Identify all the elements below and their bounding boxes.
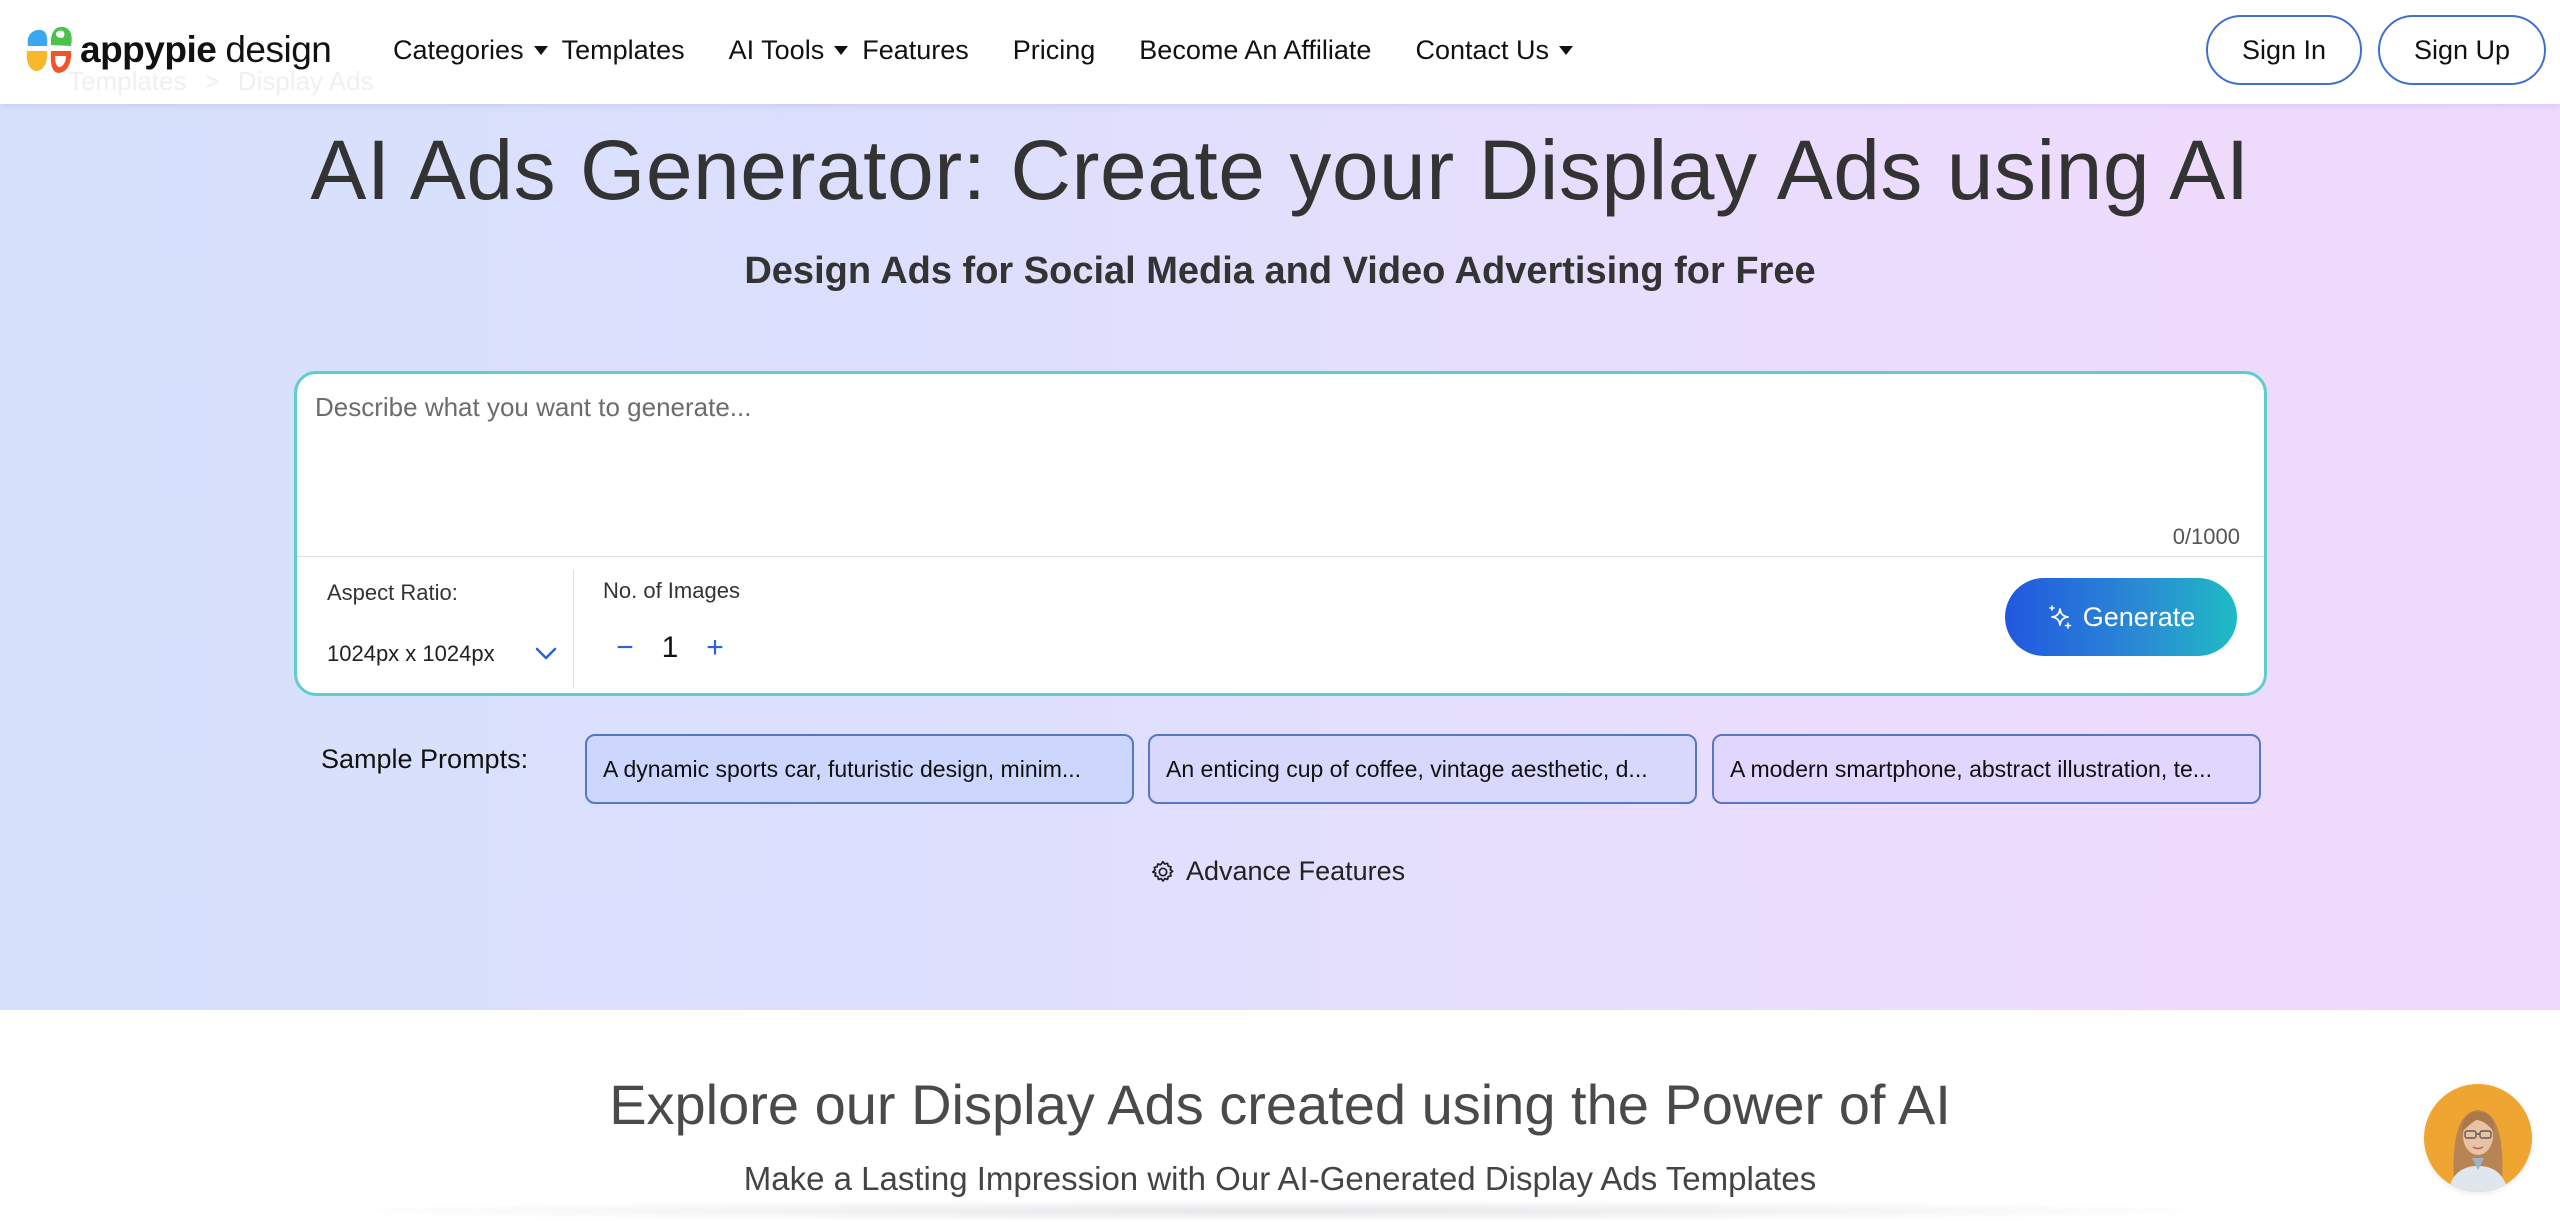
increment-button[interactable]: + bbox=[697, 630, 733, 666]
advance-features-label: Advance Features bbox=[1186, 856, 1406, 886]
main-nav: Categories Templates AI Tools Features P… bbox=[393, 28, 1574, 72]
nav-categories-label: Categories bbox=[393, 34, 524, 65]
nav-pricing[interactable]: Pricing bbox=[1013, 35, 1096, 66]
nav-ai-tools-label: AI Tools bbox=[728, 34, 825, 65]
caret-down-icon bbox=[533, 45, 548, 55]
breadcrumb-separator: > bbox=[204, 66, 220, 96]
auth-buttons: Sign In Sign Up bbox=[2206, 15, 2546, 85]
caret-down-icon bbox=[1559, 45, 1574, 55]
logo-suffix: design bbox=[225, 29, 332, 70]
aspect-ratio-value: 1024px x 1024px bbox=[327, 641, 495, 666]
advance-features-toggle[interactable]: Advance Features bbox=[1150, 856, 1405, 887]
nav-templates-label: Templates bbox=[561, 34, 685, 65]
hero-section: AI Ads Generator: Create your Display Ad… bbox=[0, 104, 2560, 1010]
nav-contact-us[interactable]: Contact Us bbox=[1415, 34, 1574, 66]
aspect-ratio-select[interactable]: 1024px x 1024px bbox=[327, 636, 557, 672]
nav-features-label: Features bbox=[862, 34, 969, 65]
assistant-avatar-icon bbox=[2448, 1110, 2508, 1192]
generator-panel: 0/1000 Aspect Ratio: 1024px x 1024px No.… bbox=[294, 371, 2267, 696]
breadcrumb-display-ads: Display Ads bbox=[237, 66, 374, 96]
sample-prompt-chip[interactable]: A modern smartphone, abstract illustrati… bbox=[1712, 734, 2261, 804]
sample-prompts-label: Sample Prompts: bbox=[321, 744, 529, 774]
section-shadow bbox=[300, 1200, 2260, 1222]
nav-ai-tools[interactable]: AI Tools bbox=[729, 35, 849, 66]
generate-label: Generate bbox=[2082, 601, 2196, 632]
num-images-stepper: − 1 + bbox=[607, 630, 733, 666]
decrement-button[interactable]: − bbox=[607, 630, 643, 666]
char-counter: 0/1000 bbox=[2172, 524, 2240, 549]
nav-pricing-label: Pricing bbox=[1012, 34, 1096, 65]
sparkle-icon bbox=[2048, 605, 2072, 629]
chat-assistant-button[interactable] bbox=[2424, 1084, 2532, 1192]
nav-categories[interactable]: Categories bbox=[393, 35, 548, 66]
caret-down-icon bbox=[834, 45, 849, 55]
logo-brand: appypie bbox=[80, 29, 217, 70]
sign-in-button[interactable]: Sign In bbox=[2206, 15, 2362, 85]
breadcrumb: Templates > Display Ads bbox=[68, 66, 374, 97]
divider bbox=[573, 570, 574, 688]
page-title: AI Ads Generator: Create your Display Ad… bbox=[310, 123, 2250, 217]
num-images-label: No. of Images bbox=[603, 578, 740, 603]
appypie-logo-icon bbox=[26, 26, 72, 73]
page-subtitle: Design Ads for Social Media and Video Ad… bbox=[744, 250, 1816, 292]
breadcrumb-templates[interactable]: Templates bbox=[68, 66, 187, 97]
sample-prompt-chip[interactable]: A dynamic sports car, futuristic design,… bbox=[585, 734, 1134, 804]
aspect-ratio-label: Aspect Ratio: bbox=[327, 580, 458, 605]
explore-section-subtitle: Make a Lasting Impression with Our AI-Ge… bbox=[743, 1160, 1817, 1197]
nav-affiliate-label: Become An Affiliate bbox=[1139, 34, 1372, 65]
nav-features[interactable]: Features bbox=[862, 35, 969, 66]
sample-prompt-chip[interactable]: An enticing cup of coffee, vintage aesth… bbox=[1148, 734, 1697, 804]
num-images-value: 1 bbox=[661, 631, 679, 664]
nav-templates[interactable]: Templates bbox=[562, 35, 685, 66]
prompt-input[interactable] bbox=[315, 392, 2235, 532]
divider bbox=[297, 556, 2264, 557]
nav-contact-label: Contact Us bbox=[1415, 34, 1550, 65]
generate-button[interactable]: Generate bbox=[2005, 578, 2237, 656]
top-nav-bar: Templates > Display Ads appypie design C… bbox=[0, 0, 2560, 104]
gear-icon bbox=[1151, 860, 1174, 882]
nav-become-affiliate[interactable]: Become An Affiliate bbox=[1139, 35, 1371, 66]
explore-section-title: Explore our Display Ads created using th… bbox=[609, 1073, 1951, 1136]
sign-up-button[interactable]: Sign Up bbox=[2378, 15, 2546, 85]
chevron-down-icon bbox=[535, 647, 557, 661]
